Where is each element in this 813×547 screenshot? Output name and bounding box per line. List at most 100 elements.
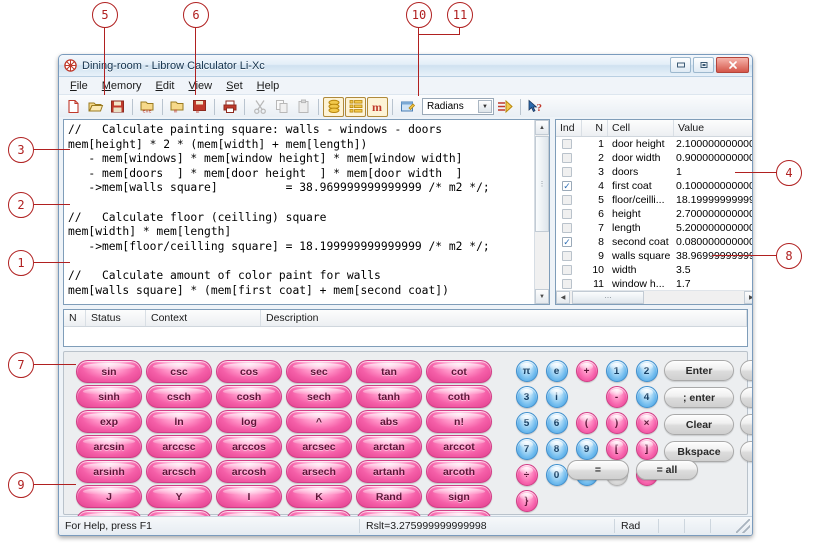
properties-icon[interactable] xyxy=(397,97,418,117)
menu-help[interactable]: Help xyxy=(251,79,286,93)
memory-include-checkbox[interactable] xyxy=(562,279,572,289)
new-document-icon[interactable] xyxy=(63,97,84,117)
memory-include-checkbox[interactable] xyxy=(562,251,572,261)
menu-set[interactable]: Set xyxy=(220,79,249,93)
keypad-round-button[interactable]: - xyxy=(605,386,628,408)
maximize-button[interactable] xyxy=(693,57,714,73)
memory-col-n[interactable]: N xyxy=(582,120,608,136)
msg-col-status[interactable]: Status xyxy=(86,310,146,326)
table-row[interactable]: 1 door height 2.10000000000000 xyxy=(556,137,752,151)
print-icon[interactable] xyxy=(219,97,240,117)
memory-view-icon[interactable]: m xyxy=(367,96,388,117)
keypad-round-button[interactable]: × xyxy=(635,412,658,434)
table-row[interactable]: 7 length 5.20000000000000 xyxy=(556,221,752,235)
function-button[interactable]: arcosh xyxy=(216,460,282,483)
function-button[interactable]: arsinh xyxy=(76,460,142,483)
open-exe-icon[interactable]: exe xyxy=(137,97,158,117)
keypad-round-button[interactable]: 9 xyxy=(575,438,598,460)
list-view-icon[interactable] xyxy=(345,96,366,117)
code-editor[interactable]: // Calculate painting square: walls - wi… xyxy=(63,119,550,305)
memory-scroll-left-icon[interactable]: ◀ xyxy=(556,291,570,304)
function-button[interactable]: Rand xyxy=(356,485,422,508)
memory-include-checkbox[interactable] xyxy=(562,167,572,177)
open-folder-icon[interactable] xyxy=(85,97,106,117)
function-button[interactable]: log xyxy=(216,410,282,433)
save-icon[interactable] xyxy=(107,97,128,117)
keypad-round-button[interactable]: 7 xyxy=(515,438,538,460)
keypad-round-button[interactable]: ( xyxy=(575,412,598,434)
function-button[interactable]: sec xyxy=(286,360,352,383)
function-button[interactable]: cos xyxy=(216,360,282,383)
keypad-round-button[interactable]: ) xyxy=(605,412,628,434)
memory-include-checkbox[interactable] xyxy=(562,209,572,219)
keypad-round-button[interactable]: 8 xyxy=(545,438,568,460)
memory-include-checkbox[interactable] xyxy=(562,139,572,149)
help-arrow-icon[interactable]: ? xyxy=(525,97,546,117)
function-button[interactable]: J xyxy=(76,485,142,508)
keypad-round-button[interactable]: i xyxy=(545,386,568,408)
resize-grip-icon[interactable] xyxy=(736,519,750,533)
table-row[interactable]: 6 height 2.70000000000000 xyxy=(556,207,752,221)
table-row[interactable]: 11 window h... 1.7 xyxy=(556,277,752,291)
function-button[interactable]: csch xyxy=(146,385,212,408)
memory-hscroll-thumb[interactable]: ⋯ xyxy=(572,291,644,304)
table-row[interactable]: ✓ 8 second coat 0.08000000000000 xyxy=(556,235,752,249)
angle-mode-combo[interactable]: Radians ▼ xyxy=(422,98,494,115)
chevron-down-icon[interactable]: ▼ xyxy=(478,100,492,113)
keypad-round-button[interactable]: 6 xyxy=(545,412,568,434)
function-button[interactable]: sech xyxy=(286,385,352,408)
command-button[interactable]: Free xyxy=(740,387,752,408)
keypad-round-button[interactable]: 3 xyxy=(515,386,538,408)
execute-icon[interactable] xyxy=(495,97,516,117)
table-row[interactable]: ✓ 4 first coat 0.100000000000000 xyxy=(556,179,752,193)
function-button[interactable]: cot xyxy=(426,360,492,383)
memory-include-checkbox[interactable] xyxy=(562,195,572,205)
keypad-round-button[interactable]: 2 xyxy=(635,360,658,382)
keypad-round-button[interactable]: } xyxy=(515,490,538,512)
keypad-round-button[interactable]: 1 xyxy=(605,360,628,382)
keypad-round-button[interactable]: π xyxy=(515,360,538,382)
equals-button[interactable]: = xyxy=(567,460,629,480)
scroll-up-icon[interactable]: ▲ xyxy=(535,120,549,135)
menu-view[interactable]: View xyxy=(182,79,218,93)
memory-include-checkbox[interactable] xyxy=(562,265,572,275)
memory-scroll-right-icon[interactable]: ▶ xyxy=(744,291,752,304)
menu-file[interactable]: File xyxy=(64,79,94,93)
function-button[interactable]: csc xyxy=(146,360,212,383)
table-row[interactable]: 2 door width 0.900000000000000 xyxy=(556,151,752,165)
memory-col-ind[interactable]: Ind xyxy=(556,120,582,136)
function-button[interactable]: coth xyxy=(426,385,492,408)
memory-col-value[interactable]: Value xyxy=(674,120,752,136)
memory-hscrollbar[interactable]: ◀ ⋯ ▶ xyxy=(556,290,752,304)
function-button[interactable]: sinh xyxy=(76,385,142,408)
function-button[interactable]: K xyxy=(286,485,352,508)
keypad-round-button[interactable]: 5 xyxy=(515,412,538,434)
equals-button[interactable]: = all xyxy=(636,460,698,480)
function-button[interactable]: arcsin xyxy=(76,435,142,458)
keypad-round-button[interactable]: [ xyxy=(605,438,628,460)
function-button[interactable]: arccot xyxy=(426,435,492,458)
menu-edit[interactable]: Edit xyxy=(149,79,180,93)
function-button[interactable]: arccsc xyxy=(146,435,212,458)
table-row[interactable]: 5 floor/ceilli... 18.19999999999 xyxy=(556,193,752,207)
function-button[interactable]: arccos xyxy=(216,435,282,458)
memory-include-checkbox[interactable] xyxy=(562,223,572,233)
function-button[interactable]: cosh xyxy=(216,385,282,408)
message-list[interactable]: N Status Context Description xyxy=(63,309,748,347)
function-button[interactable]: Y xyxy=(146,485,212,508)
open-memory-icon[interactable]: m xyxy=(167,97,188,117)
msg-col-context[interactable]: Context xyxy=(146,310,261,326)
msg-col-description[interactable]: Description xyxy=(261,310,747,326)
function-button[interactable]: ^ xyxy=(286,410,352,433)
save-memory-icon[interactable]: m xyxy=(189,97,210,117)
keypad-round-button[interactable]: ] xyxy=(635,438,658,460)
editor-scroll-thumb[interactable]: ⋮ xyxy=(535,136,549,232)
function-button[interactable]: ln xyxy=(146,410,212,433)
keypad-round-button[interactable]: e xyxy=(545,360,568,382)
command-button[interactable]: Enter xyxy=(664,360,734,381)
minimize-button[interactable] xyxy=(670,57,691,73)
function-button[interactable]: n! xyxy=(426,410,492,433)
function-button[interactable]: exp xyxy=(76,410,142,433)
table-row[interactable]: 10 width 3.5 xyxy=(556,263,752,277)
editor-scrollbar[interactable]: ▲ ⋮ ▼ xyxy=(534,120,549,304)
